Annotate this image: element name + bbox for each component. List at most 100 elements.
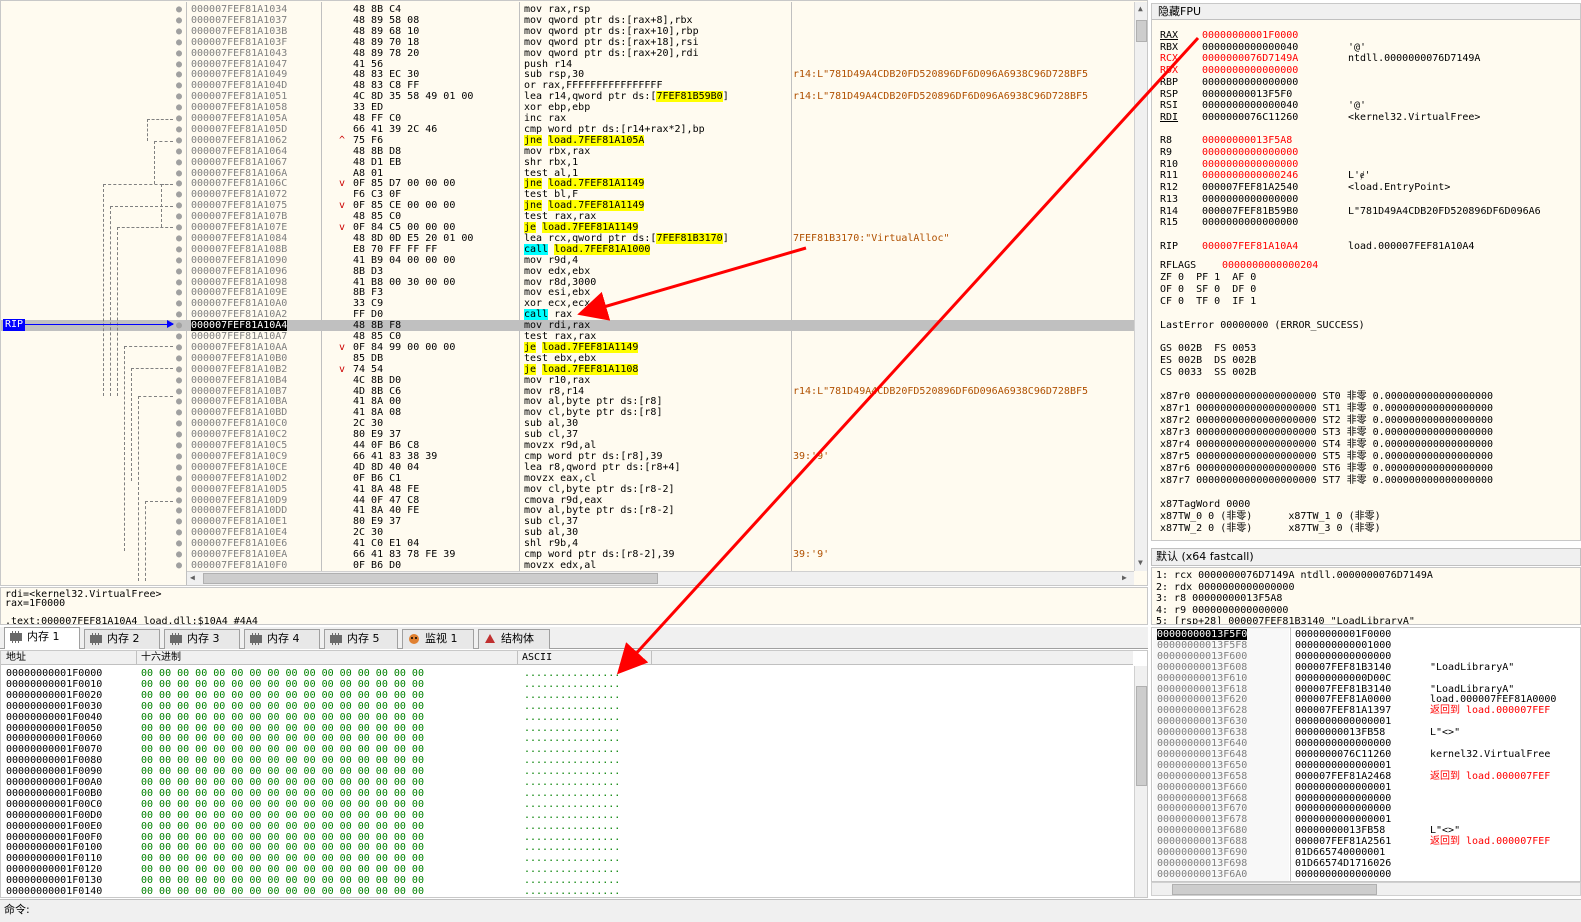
register-value[interactable]: 000007FEF81B59B0 (1202, 206, 1298, 218)
breakpoint-dot-icon[interactable]: ● (176, 211, 182, 222)
scroll-right-icon[interactable]: ▶ (1122, 573, 1127, 582)
stack-row[interactable]: 00000000013F628 000007FEF81A1397 返回到 load.… (1152, 705, 1580, 716)
breakpoint-dot-icon[interactable]: ● (176, 146, 182, 157)
x87-tag-row[interactable]: x87TW_0 0 (非零) x87TW_1 0 (非零) (1160, 511, 1381, 523)
register-value[interactable]: 0000000000000000 (1202, 147, 1298, 159)
scroll-left-icon[interactable]: ◀ (190, 573, 195, 582)
breakpoint-dot-icon[interactable]: ● (176, 37, 182, 48)
x87-row[interactable]: x87r7 00000000000000000000 ST7 非零 0.0000… (1160, 475, 1493, 487)
disasm-row[interactable]: ● 000007FEF81A1051 4C 8D 35 58 49 01 00 lea… (1, 91, 1134, 103)
x87-row[interactable]: x87r1 00000000000000000000 ST1 非零 0.0000… (1160, 403, 1493, 415)
stack-row[interactable]: 00000000013F630 0000000000000001 (1152, 716, 1580, 727)
register-value[interactable]: 0000000000000000 (1202, 217, 1298, 229)
breakpoint-dot-icon[interactable]: ● (176, 320, 182, 331)
stack-row[interactable]: 00000000013F698 01D66574D1716026 (1152, 858, 1580, 869)
stack-row[interactable]: 00000000013F680 00000000013FB58 L"<>" (1152, 825, 1580, 836)
register-value[interactable]: 0000000000000040 (1202, 100, 1298, 112)
tab-6[interactable]: 监视 1 (402, 629, 474, 649)
breakpoint-dot-icon[interactable]: ● (176, 429, 182, 440)
disasm-row[interactable]: ● 000007FEF81A10D2 0F B6 C1 movzx eax,cl (1, 473, 1134, 484)
register-value[interactable]: 0000000076C11260 (1202, 112, 1298, 124)
breakpoint-dot-icon[interactable]: ● (176, 396, 182, 407)
call-argument-row[interactable]: 3: r8 00000000013F5A8 (1156, 593, 1282, 604)
flags-row[interactable]: CF 0 TF 0 IF 1 (1160, 296, 1256, 308)
disasm-row[interactable]: ● 000007FEF81A10DD 41 8A 40 FE mov al,byte … (1, 505, 1134, 516)
call-argument-row[interactable]: 1: rcx 0000000076D7149A ntdll.0000000076… (1156, 570, 1433, 581)
breakpoint-dot-icon[interactable]: ● (176, 200, 182, 211)
scroll-down-icon[interactable]: ▼ (1138, 558, 1143, 567)
stack-pane[interactable]: 00000000013F5F0 00000000001F0000 000000000… (1151, 627, 1581, 882)
breakpoint-dot-icon[interactable]: ● (176, 26, 182, 37)
breakpoint-dot-icon[interactable]: ● (176, 473, 182, 484)
stack-row[interactable]: 00000000013F648 0000000076C11260 kernel32.… (1152, 749, 1580, 760)
command-bar[interactable]: 命令: (0, 899, 1581, 922)
x87-row[interactable]: x87r3 00000000000000000000 ST3 非零 0.0000… (1160, 427, 1493, 439)
stack-row[interactable]: 00000000013F640 0000000000000000 (1152, 738, 1580, 749)
disasm-row[interactable]: ● 000007FEF81A1090 41 B9 04 00 00 00 mov r9… (1, 255, 1134, 266)
registers-pane[interactable]: 隐藏FPU RAX 00000000001F0000 RBX 000000000000… (1151, 3, 1581, 541)
stack-row[interactable]: 00000000013F620 000007FEF81A0000 load.0000… (1152, 694, 1580, 705)
breakpoint-dot-icon[interactable]: ● (176, 298, 182, 309)
breakpoint-dot-icon[interactable]: ● (176, 505, 182, 516)
register-value[interactable]: 00000000013F5A8 (1202, 135, 1292, 147)
call-argument-row[interactable]: 5: [rsp+28] 000007FEF81B3140 "LoadLibrar… (1156, 616, 1415, 624)
disasm-row[interactable]: ● 000007FEF81A1096 8B D3 mov edx,ebx (1, 266, 1134, 277)
x87-tag-row[interactable]: x87TW_2 0 (非零) x87TW_3 0 (非零) (1160, 523, 1381, 535)
disasm-row[interactable]: ● 000007FEF81A10F0 0F B6 D0 movzx edx,al (1, 560, 1134, 571)
disasm-row[interactable]: ● 000007FEF81A1037 48 89 58 08 mov qword pt… (1, 15, 1134, 26)
disasm-row[interactable]: ● 000007FEF81A10B0 85 DB test ebx,ebx (1, 353, 1134, 364)
breakpoint-dot-icon[interactable]: ● (176, 178, 182, 189)
disasm-row[interactable]: ● 000007FEF81A109E 8B F3 mov esi,ebx (1, 287, 1134, 298)
call-argument-row[interactable]: 4: r9 0000000000000000 (1156, 605, 1288, 616)
disasm-row[interactable]: ● 000007FEF81A10B4 4C 8B D0 mov r10,rax (1, 375, 1134, 386)
register-value[interactable]: 00000000013F5F0 (1202, 89, 1292, 101)
stack-row[interactable]: 00000000013F688 000007FEF81A2561 返回到 load.… (1152, 836, 1580, 847)
register-value[interactable]: 0000000000000000 (1202, 77, 1298, 89)
scroll-thumb[interactable] (1136, 20, 1147, 42)
breakpoint-dot-icon[interactable]: ● (176, 48, 182, 59)
register-value[interactable]: 0000000000000000 (1202, 194, 1298, 206)
stack-row[interactable]: 00000000013F5F8 0000000000001000 (1152, 640, 1580, 651)
register-value[interactable]: 000007FEF81A2540 (1202, 182, 1298, 194)
breakpoint-dot-icon[interactable]: ● (176, 516, 182, 527)
breakpoint-dot-icon[interactable]: ● (176, 407, 182, 418)
disasm-row[interactable]: ● 000007FEF81A10D5 41 8A 48 FE mov cl,byte … (1, 484, 1134, 495)
scroll-thumb[interactable] (1136, 686, 1147, 786)
stack-row[interactable]: 00000000013F638 00000000013FB58 L"<>" (1152, 727, 1580, 738)
dump-vscroll[interactable] (1134, 666, 1147, 897)
breakpoint-dot-icon[interactable]: ● (176, 375, 182, 386)
calling-convention-header[interactable]: 默认 (x64 fastcall) (1151, 548, 1581, 566)
x87-row[interactable]: x87r5 00000000000000000000 ST5 非零 0.0000… (1160, 451, 1493, 463)
tab-4[interactable]: 内存 4 (244, 629, 320, 649)
stack-row[interactable]: 00000000013F658 000007FEF81A2468 返回到 load.… (1152, 771, 1580, 782)
disasm-row[interactable]: ● 000007FEF81A104D 48 83 C8 FF or rax,FFFFF… (1, 80, 1134, 91)
stack-row[interactable]: 00000000013F670 0000000000000000 (1152, 803, 1580, 814)
stack-row[interactable]: 00000000013F668 0000000000000000 (1152, 793, 1580, 804)
disasm-row[interactable]: ● 000007FEF81A1043 48 89 78 20 mov qword pt… (1, 48, 1134, 59)
disasm-row[interactable]: ● 000007FEF81A10E4 2C 30 sub al,30 (1, 527, 1134, 538)
breakpoint-dot-icon[interactable]: ● (176, 342, 182, 353)
dump-header-hex[interactable]: 十六进制 (141, 651, 181, 664)
stack-row[interactable]: 00000000013F5F0 00000000001F0000 (1152, 629, 1580, 640)
disasm-row[interactable]: ● 000007FEF81A1098 41 B8 00 30 00 00 mov r8… (1, 277, 1134, 288)
breakpoint-dot-icon[interactable]: ● (176, 91, 182, 102)
breakpoint-dot-icon[interactable]: ● (176, 353, 182, 364)
disasm-row[interactable]: ● 000007FEF81A103B 48 89 68 10 mov qword pt… (1, 26, 1134, 37)
disasm-row[interactable]: ● 000007FEF81A103F 48 89 70 18 mov qword pt… (1, 37, 1134, 48)
scroll-up-icon[interactable]: ▲ (1138, 4, 1143, 13)
breakpoint-dot-icon[interactable]: ● (176, 4, 182, 15)
call-arguments-pane[interactable]: 1: rcx 0000000076D7149A ntdll.0000000076… (1151, 567, 1581, 625)
x87-row[interactable]: x87r6 00000000000000000000 ST6 非零 0.0000… (1160, 463, 1493, 475)
disasm-row[interactable]: ● 000007FEF81A1034 48 8B C4 mov rax,rsp (1, 4, 1134, 15)
breakpoint-dot-icon[interactable]: ● (176, 277, 182, 288)
disassembly-pane[interactable]: ● 000007FEF81A1034 48 8B C4 mov rax,rsp ● 000… (0, 0, 1148, 586)
register-value[interactable]: 000007FEF81A10A4 (1202, 241, 1298, 253)
memory-dump-pane[interactable]: 地址 十六进制 ASCII 00000000001F0000 00 00 00 0… (0, 650, 1148, 898)
segment-row[interactable]: ES 002B DS 002B (1160, 355, 1256, 367)
breakpoint-dot-icon[interactable]: ● (176, 15, 182, 26)
breakpoint-dot-icon[interactable]: ● (176, 189, 182, 200)
segment-row[interactable]: GS 002B FS 0053 (1160, 343, 1256, 355)
dump-header-address[interactable]: 地址 (6, 651, 26, 664)
hscroll-thumb[interactable] (203, 573, 658, 584)
disasm-row[interactable]: ● 000007FEF81A10A7 48 85 C0 test rax,rax (1, 331, 1134, 342)
